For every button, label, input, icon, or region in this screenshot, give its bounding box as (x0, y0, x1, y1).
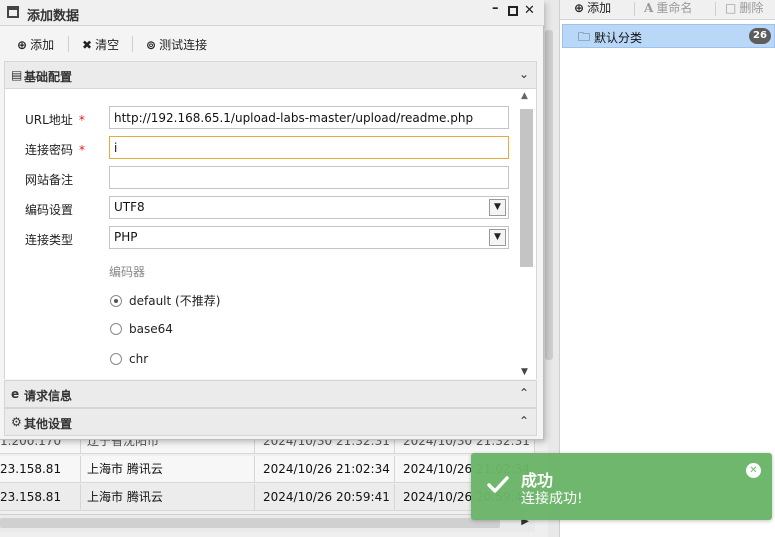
chevron-down-icon[interactable]: ⌄ (519, 67, 529, 81)
scrollbar-thumb[interactable] (520, 109, 533, 267)
document-icon: ▤ (11, 68, 23, 82)
table-cell-ip: 23.158.81 (0, 456, 81, 482)
section-other-label: 其他设置 (24, 417, 73, 431)
success-toast: 成功 连接成功! ✕ (471, 453, 772, 520)
password-input[interactable] (109, 136, 509, 159)
category-item-default[interactable]: 🗀 默认分类 26 (562, 24, 775, 48)
spinner-icon: ⊚ (146, 38, 157, 52)
table-cell-created: 2024/10/26 21:02:34 (255, 456, 395, 482)
toolbar-divider (715, 2, 716, 16)
section-base-label: 基础配置 (24, 70, 73, 84)
ie-icon: e (11, 387, 20, 401)
category-delete-label: 删除 (739, 1, 764, 15)
dialog-titlebar[interactable]: 添加数据 – ✕ (0, 0, 544, 26)
category-rename-label: 重命名 (656, 1, 693, 15)
radio-unchecked-icon[interactable] (110, 323, 122, 335)
note-input[interactable] (109, 166, 509, 189)
folder-icon: 🗀 (578, 30, 591, 44)
required-mark: * (79, 143, 86, 157)
category-add-label: 添加 (587, 1, 612, 15)
trash-icon: □ (725, 1, 737, 15)
table-cell-ip: 23.158.81 (0, 484, 81, 510)
encoder-radio-label: default (不推荐) (129, 294, 221, 308)
encoder-radio-base64[interactable]: base64 (110, 322, 173, 338)
password-label: 连接密码 * (25, 141, 85, 158)
encoder-radio-label: base64 (129, 322, 173, 336)
encoder-radio-label: chr (129, 352, 149, 366)
url-label-text: URL地址 (25, 113, 73, 127)
chevron-up-icon[interactable]: ⌃ (519, 386, 529, 400)
category-toolbar: ⊕ 添加 A 重命名 □ 删除 (560, 0, 775, 20)
section-other-settings[interactable]: ⚙ 其他设置 ⌃ (4, 408, 537, 436)
toast-message: 连接成功! (521, 491, 583, 507)
chevron-down-icon[interactable]: ▼ (489, 199, 506, 216)
add-button[interactable]: ⊕ 添加 (17, 36, 54, 54)
toolbar-divider (68, 36, 69, 52)
minimize-icon[interactable]: – (492, 1, 499, 16)
required-mark: * (78, 113, 85, 127)
category-rename-button[interactable]: A 重命名 (644, 0, 692, 20)
close-icon[interactable]: ✕ (524, 3, 535, 18)
scroll-down-arrow-icon[interactable]: ▼ (521, 367, 528, 377)
encoder-radio-chr[interactable]: chr (110, 352, 148, 368)
section-base-config[interactable]: ▤ 基础配置 ⌄ (4, 61, 537, 89)
maximize-icon[interactable] (508, 6, 518, 16)
check-icon (487, 476, 509, 493)
type-label: 连接类型 (25, 233, 74, 247)
table-cell-location: 上海市 腾讯云 (81, 484, 255, 510)
add-data-dialog: 添加数据 – ✕ ⊕添加 ✖清空 ⊚测试连接 ▤ 基础配置 ⌄ URL地址 * 连… (0, 0, 544, 440)
section-request-info[interactable]: e 请求信息 ⌃ (4, 380, 537, 408)
encoding-select[interactable]: UTF8 ▼ (109, 196, 509, 219)
table-vertical-scrollbar[interactable] (545, 30, 553, 360)
base-config-form: URL地址 * 连接密码 * 网站备注 编码设置 UTF8 ▼ 连接类型 PHP ▼… (4, 89, 537, 379)
plus-circle-icon: ⊕ (17, 38, 28, 52)
encoding-label: 编码设置 (25, 203, 74, 217)
toolbar-divider (132, 36, 133, 52)
gears-icon: ⚙ (11, 415, 22, 429)
dialog-toolbar: ⊕ 添加 ✖ 清空 ⊚ 测试连接 (4, 30, 537, 58)
toast-close-icon[interactable]: ✕ (746, 463, 761, 478)
encoding-select-value: UTF8 (114, 200, 145, 214)
url-label: URL地址 * (25, 111, 85, 128)
connection-type-select[interactable]: PHP ▼ (109, 226, 509, 249)
password-label-text: 连接密码 (25, 143, 74, 157)
category-count-badge: 26 (749, 28, 771, 44)
scrollbar-thumb[interactable] (0, 518, 500, 528)
font-a-icon: A (644, 1, 654, 15)
note-label: 网站备注 (25, 173, 74, 187)
dialog-title: 添加数据 (27, 9, 80, 24)
toolbar-divider (634, 2, 635, 16)
table-horizontal-scrollbar[interactable]: ▶ (0, 514, 535, 532)
table-row[interactable]: 23.158.81 上海市 腾讯云 2024/10/26 20:59:41 20… (0, 484, 535, 511)
chevron-down-icon[interactable]: ▼ (489, 229, 506, 246)
encoder-title: 编码器 (109, 265, 146, 279)
test-connection-label: 测试连接 (159, 38, 208, 52)
plus-circle-icon: ⊕ (574, 1, 585, 15)
radio-unchecked-icon[interactable] (110, 353, 122, 365)
connection-type-value: PHP (114, 230, 138, 244)
table-cell-location: 上海市 腾讯云 (81, 456, 255, 482)
x-icon: ✖ (82, 38, 93, 52)
category-delete-button[interactable]: □ 删除 (725, 0, 763, 20)
clear-button-label: 清空 (95, 38, 120, 52)
category-add-button[interactable]: ⊕ 添加 (574, 0, 611, 20)
test-connection-button[interactable]: ⊚ 测试连接 (146, 36, 207, 54)
scroll-up-arrow-icon[interactable]: ▲ (521, 91, 528, 101)
table-row[interactable]: 23.158.81 上海市 腾讯云 2024/10/26 21:02:34 20… (0, 456, 535, 483)
encoder-radio-default[interactable]: default (不推荐) (110, 292, 220, 308)
table-cell-created: 2024/10/26 20:59:41 (255, 484, 395, 510)
chevron-up-icon[interactable]: ⌃ (519, 414, 529, 428)
window-icon (7, 6, 19, 18)
add-button-label: 添加 (30, 38, 55, 52)
section-request-label: 请求信息 (24, 389, 73, 403)
radio-checked-icon[interactable] (110, 295, 122, 307)
url-input[interactable] (109, 106, 509, 129)
category-item-label: 默认分类 (594, 31, 643, 45)
clear-button[interactable]: ✖ 清空 (82, 36, 119, 54)
form-vertical-scrollbar[interactable]: ▲ ▼ (518, 91, 534, 377)
